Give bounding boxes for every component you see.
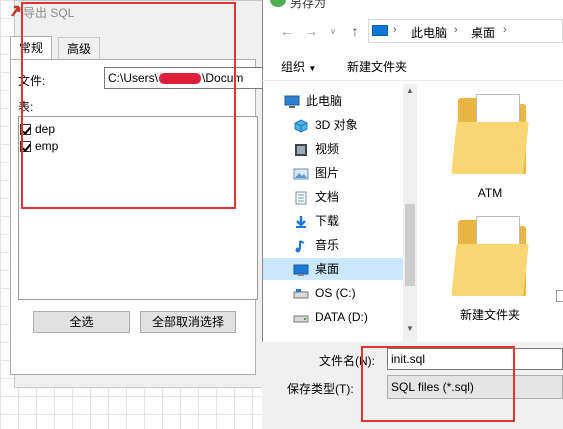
filetype-label: 保存类型(T): (287, 382, 354, 396)
folder-name-atm[interactable]: ATM (440, 186, 540, 200)
recent-locations-chevron-icon[interactable]: ∨ (324, 22, 342, 40)
new-folder-button[interactable]: 新建文件夹 (347, 58, 407, 75)
drive-d-icon (293, 315, 309, 323)
nav-item-data-d[interactable]: DATA (D:) (293, 306, 368, 328)
address-bar[interactable] (368, 19, 563, 43)
scroll-down-icon[interactable]: ▼ (404, 322, 416, 336)
nav-scrollbar-thumb[interactable] (405, 204, 415, 286)
breadcrumb-this-pc[interactable]: 此电脑 (411, 24, 447, 41)
breadcrumb-desktop[interactable]: 桌面 (471, 24, 495, 41)
nav-item-desktop[interactable]: 桌面 (293, 258, 339, 280)
annotation-box-filename (361, 346, 515, 422)
download-icon (296, 215, 306, 228)
scroll-up-icon[interactable]: ▲ (404, 84, 416, 98)
save-as-title: 另存为 (290, 0, 327, 10)
video-icon (295, 143, 307, 156)
nav-label: OS (C:) (315, 286, 356, 300)
nav-item-downloads[interactable]: 下载 (293, 210, 339, 232)
select-all-button[interactable]: 全选 (33, 311, 130, 333)
nav-item-videos[interactable]: 视频 (293, 138, 339, 160)
nav-item-3d-objects[interactable]: 3D 对象 (293, 114, 358, 136)
computer-icon (284, 95, 300, 108)
file-thumbnail-edge (556, 290, 563, 302)
cube-3d-icon (294, 119, 308, 133)
up-arrow-icon[interactable]: ↑ (346, 22, 364, 40)
drive-c-icon (293, 288, 309, 299)
nav-item-music[interactable]: 音乐 (293, 234, 339, 256)
nav-label: 桌面 (315, 262, 340, 276)
dropdown-triangle-icon: ▼ (308, 64, 317, 73)
music-icon (295, 239, 305, 253)
computer-icon (372, 25, 388, 36)
nav-label: 视频 (315, 142, 340, 156)
pictures-icon (293, 168, 309, 180)
breadcrumb-separator-icon[interactable]: › (503, 24, 507, 36)
nav-label: 图片 (315, 166, 340, 180)
nav-label: 文档 (315, 190, 340, 204)
nav-label: 下载 (315, 214, 340, 228)
folder-name-new-folder[interactable]: 新建文件夹 (440, 306, 540, 323)
nav-item-this-pc[interactable]: 此电脑 (284, 90, 342, 112)
documents-icon (295, 191, 307, 205)
back-arrow-icon[interactable]: ← (278, 22, 296, 40)
deselect-all-button[interactable]: 全部取消选择 (140, 311, 236, 333)
organize-label: 组织 (281, 60, 306, 74)
nav-item-os-c[interactable]: OS (C:) (293, 282, 356, 304)
annotation-box-export (21, 2, 236, 209)
breadcrumb-separator-icon[interactable]: › (393, 24, 397, 36)
breadcrumb-separator-icon[interactable]: › (454, 24, 458, 36)
nav-item-documents[interactable]: 文档 (293, 186, 339, 208)
organize-button[interactable]: 组织 ▼ (281, 58, 316, 75)
nav-label: 此电脑 (306, 94, 343, 108)
nav-label: 3D 对象 (315, 118, 358, 132)
nav-label: DATA (D:) (315, 310, 368, 324)
nav-label: 音乐 (315, 238, 340, 252)
nav-item-pictures[interactable]: 图片 (293, 162, 339, 184)
forward-arrow-icon[interactable]: → (302, 22, 320, 40)
desktop-icon (293, 264, 309, 276)
toolbar-divider (262, 80, 563, 81)
